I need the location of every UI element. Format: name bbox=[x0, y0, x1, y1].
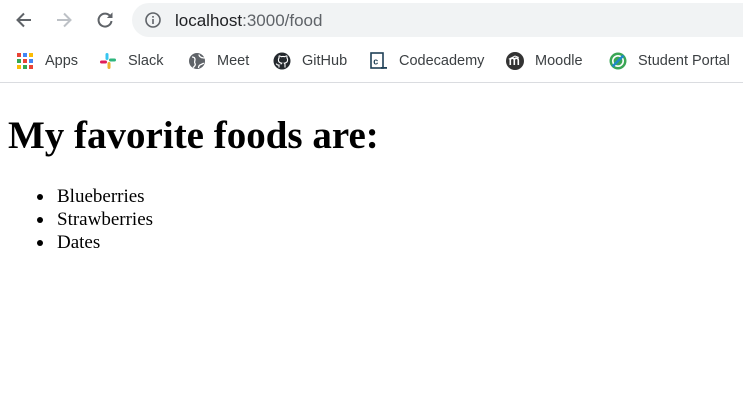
student-portal-icon bbox=[609, 52, 627, 70]
list-item: Strawberries bbox=[36, 209, 154, 230]
bookmark-label: Moodle bbox=[535, 53, 583, 69]
food-list: Blueberries Strawberries Dates bbox=[36, 185, 154, 254]
bookmark-meet[interactable]: Meet bbox=[188, 50, 249, 72]
svg-text:c: c bbox=[373, 57, 378, 67]
bookmark-label: Apps bbox=[45, 53, 79, 69]
site-info-icon[interactable] bbox=[145, 12, 161, 28]
reload-icon bbox=[97, 12, 113, 28]
address-bar[interactable]: localhost:3000/food bbox=[132, 3, 743, 37]
back-button[interactable] bbox=[10, 6, 38, 34]
list-item: Blueberries bbox=[36, 185, 153, 208]
bookmarks-bar: Apps Slack Meet GitHub c Codecademy Mood… bbox=[0, 40, 743, 83]
arrow-right-icon bbox=[57, 12, 72, 28]
url-host: localhost bbox=[175, 11, 243, 30]
url-path: :3000/food bbox=[242, 11, 323, 30]
arrow-left-icon bbox=[16, 12, 31, 28]
slack-icon bbox=[100, 53, 116, 69]
apps-grid-icon bbox=[17, 53, 33, 69]
bookmark-moodle[interactable]: Moodle bbox=[506, 50, 583, 72]
globe-icon bbox=[189, 53, 206, 69]
bookmark-slack[interactable]: Slack bbox=[99, 50, 163, 72]
bookmark-student-portal[interactable]: Student Portal bbox=[609, 50, 730, 72]
bookmark-github[interactable]: GitHub bbox=[273, 50, 347, 72]
bookmark-codecademy[interactable]: c Codecademy bbox=[370, 50, 484, 72]
bookmark-apps[interactable]: Apps bbox=[16, 50, 78, 72]
forward-button[interactable] bbox=[50, 6, 78, 34]
bookmark-label: Student Portal bbox=[638, 53, 730, 69]
codecademy-icon: c bbox=[370, 52, 387, 69]
bookmark-label: GitHub bbox=[302, 53, 348, 69]
bookmark-label: Codecademy bbox=[399, 53, 485, 69]
browser-toolbar: localhost:3000/food bbox=[0, 0, 743, 40]
url-text[interactable]: localhost:3000/food bbox=[175, 11, 322, 30]
reload-button[interactable] bbox=[91, 6, 119, 34]
page-content: My favorite foods are: Blueberries Straw… bbox=[0, 84, 743, 409]
list-item: Dates bbox=[36, 231, 153, 254]
page-title: My favorite foods are: bbox=[8, 114, 379, 157]
github-icon bbox=[273, 52, 291, 70]
moodle-icon bbox=[506, 52, 524, 70]
bookmark-label: Slack bbox=[128, 53, 164, 69]
bookmark-label: Meet bbox=[217, 53, 250, 69]
